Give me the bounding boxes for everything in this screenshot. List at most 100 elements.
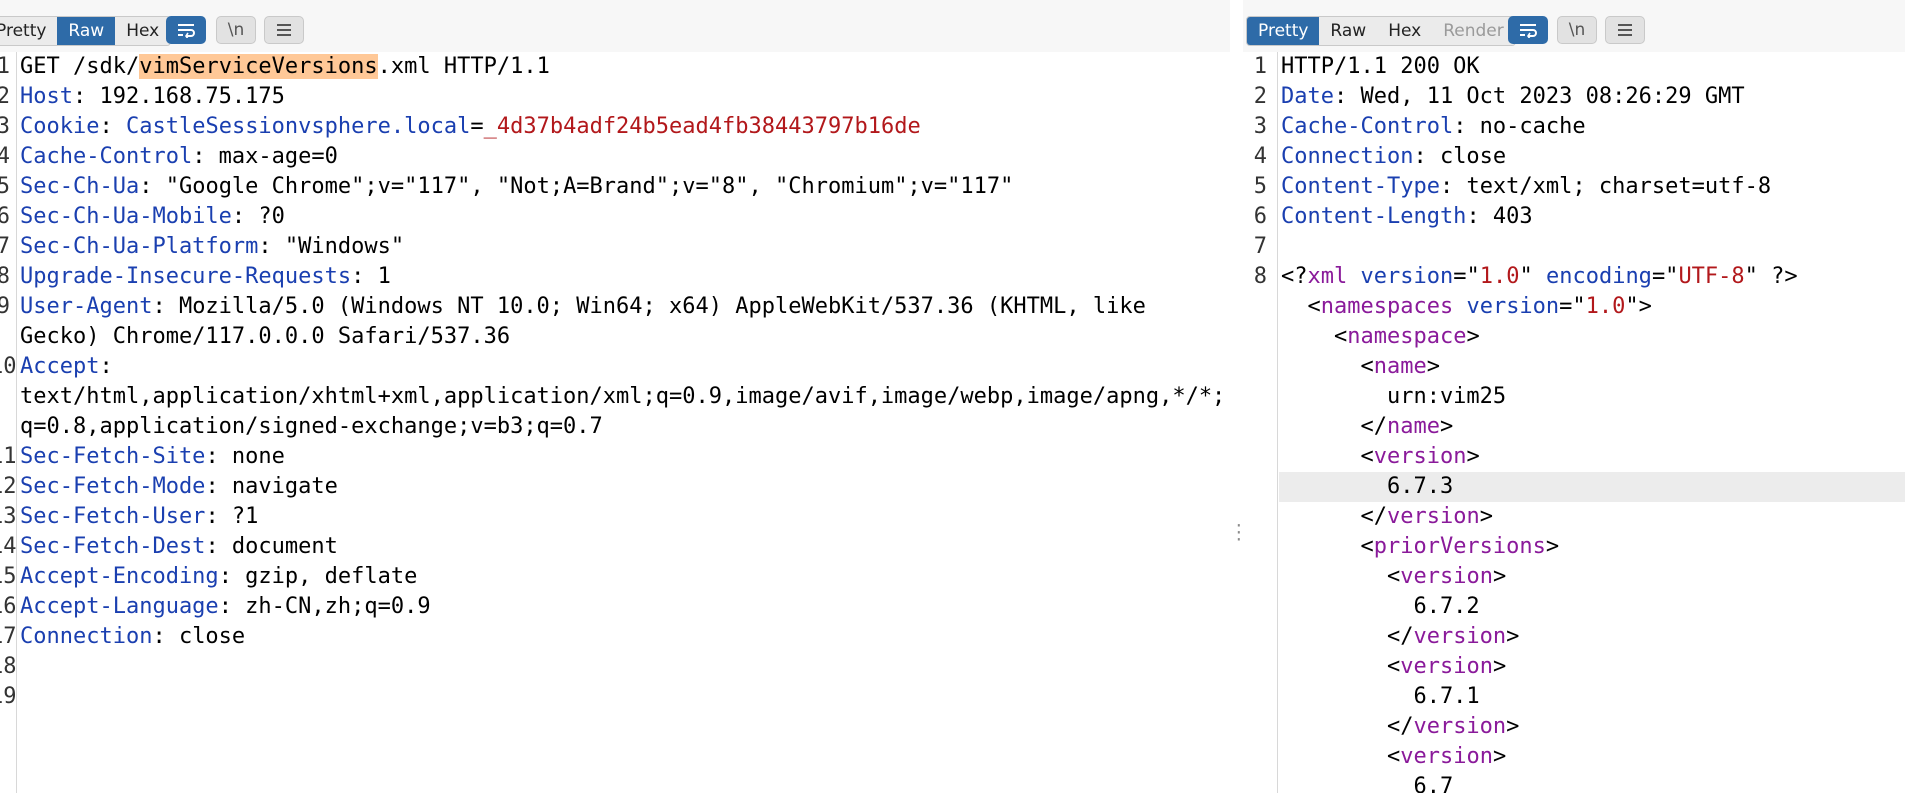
request-code-line: q=0.8,application/signed-exchange;v=b3;q… [0,412,1230,442]
code-token: 6.7.1 [1281,684,1480,709]
code-token: : [99,354,113,379]
code-token: Gecko) Chrome/117.0.0.0 Safari/537.36 [20,324,511,349]
line-content: q=0.8,application/signed-exchange;v=b3;q… [20,412,603,442]
request-code-line: 12Sec-Fetch-Mode: navigate [0,472,1230,502]
request-tab-hex[interactable]: Hex [115,17,171,45]
request-menu-button[interactable] [264,16,304,44]
drag-handle-icon[interactable]: · · · [1234,518,1244,548]
line-content: </version> [1281,712,1519,742]
code-token: : gzip, deflate [218,564,418,589]
response-code-line: <version> [1243,742,1905,772]
response-code-line: </version> [1243,712,1905,742]
code-token: > [1466,444,1480,469]
response-code-line: 7 [1243,232,1905,262]
code-token: version [1413,714,1507,739]
response-editor[interactable]: 1 HTTP/1.1 200 OK 2 Date: Wed, 11 Oct 2023 … [1243,52,1905,793]
code-token: : zh-CN,zh;q=0.9 [218,594,431,619]
request-tab-pretty[interactable]: Pretty [0,17,58,45]
response-code-line: </version> [1243,622,1905,652]
code-token: Content-Type [1281,174,1440,199]
request-wrap-button[interactable] [166,16,206,44]
line-content: urn:vim25 [1281,382,1506,412]
line-content: Date: Wed, 11 Oct 2023 08:26:29 GMT [1281,82,1745,112]
code-token: Sec-Ch-Ua-Platform [20,234,259,259]
response-tab-raw[interactable]: Raw [1319,17,1378,45]
request-editor[interactable]: 1 GET /sdk/vimServiceVersions.xml HTTP/1.… [0,52,1230,793]
line-content: </version> [1281,502,1493,532]
line-number: 12 [0,474,17,499]
line-content: Connection: close [1281,142,1506,172]
code-token: > [1492,744,1507,769]
response-view-tabs: Pretty Raw Hex Render [1246,16,1516,46]
response-code-line: <version> [1243,442,1905,472]
request-code-line: 10Accept: [0,352,1230,382]
code-token: Upgrade-Insecure-Requests [20,264,352,289]
code-token: : "Google Chrome";v="117", "Not;A=Brand"… [139,174,1014,199]
line-content: <name> [1281,352,1439,382]
response-tab-hex[interactable]: Hex [1377,17,1433,45]
response-code-line: 6 Content-Length: 403 [1243,202,1905,232]
line-content: Sec-Ch-Ua-Platform: "Windows" [20,232,404,262]
response-code-line: </version> [1243,502,1905,532]
code-token: < [1281,444,1374,469]
request-code-line: 13Sec-Fetch-User: ?1 [0,502,1230,532]
code-token: Date [1281,84,1334,109]
code-token: : ?1 [205,504,259,529]
line-content: <version> [1281,742,1506,772]
request-code-line: 11Sec-Fetch-Site: none [0,442,1230,472]
line-content: Upgrade-Insecure-Requests: 1 [20,262,391,292]
code-token: < [1281,564,1401,589]
line-content: <version> [1281,652,1506,682]
response-newline-button[interactable]: \n [1557,16,1597,44]
response-tab-pretty[interactable]: Pretty [1247,17,1320,45]
code-token: Connection [20,624,153,649]
code-token: version [1386,504,1480,529]
line-content: Sec-Ch-Ua-Mobile: ?0 [20,202,285,232]
response-tab-render[interactable]: Render [1432,17,1515,45]
line-number: 8 [1253,264,1267,289]
request-newline-button[interactable]: \n [216,16,256,44]
response-code-line: <version> [1243,652,1905,682]
request-code-line: 9 User-Agent: Mozilla/5.0 (Windows NT 10.… [0,292,1230,322]
line-content: Connection: close [20,622,245,652]
request-tab-raw[interactable]: Raw [57,17,116,45]
response-menu-button[interactable] [1605,16,1645,44]
code-token: namespace [1347,324,1467,349]
line-number: 17 [0,624,17,649]
code-token: 6.7 [1281,774,1454,793]
line-number: 13 [0,504,17,529]
line-number: 16 [0,594,17,619]
line-number: 1 [1253,54,1267,79]
code-token: > [1479,504,1493,529]
code-token: Connection [1281,144,1414,169]
code-token: Sec-Fetch-Site [20,444,206,469]
code-token: </ [1281,624,1414,649]
code-token: HTTP/1.1 200 OK [1281,54,1480,79]
line-number: 2 [0,84,10,109]
line-content: 6.7.3 [1281,472,1453,502]
code-token: Sec-Fetch-User [20,504,206,529]
code-token: : Wed, 11 Oct 2023 08:26:29 GMT [1333,84,1745,109]
wrap-icon [178,24,195,38]
code-token: version [1400,744,1493,769]
code-token: : none [205,444,285,469]
line-content: Cache-Control: max-age=0 [20,142,338,172]
line-content: Accept-Encoding: gzip, deflate [20,562,417,592]
line-number: 19 [0,684,17,709]
code-token: namespaces [1320,294,1454,319]
code-token: : close [152,624,246,649]
response-wrap-button[interactable] [1508,16,1548,44]
request-code-line: text/html,application/xhtml+xml,applicat… [0,382,1230,412]
code-token: Sec-Ch-Ua-Mobile [20,204,232,229]
line-number: 6 [1253,204,1267,229]
code-token: Cache-Control [1281,114,1454,139]
response-code-line: </name> [1243,412,1905,442]
search-match-highlight: vimServiceVersions [139,54,378,79]
line-content: Sec-Fetch-User: ?1 [20,502,258,532]
line-content: GET /sdk/vimServiceVersions.xml HTTP/1.1 [20,52,550,82]
code-token: User-Agent [20,294,153,319]
line-number: 7 [0,234,10,259]
pane-divider[interactable]: · · · [1230,0,1244,793]
request-view-tabs: Pretty Raw Hex [0,16,172,46]
line-content: <namespace> [1281,322,1480,352]
